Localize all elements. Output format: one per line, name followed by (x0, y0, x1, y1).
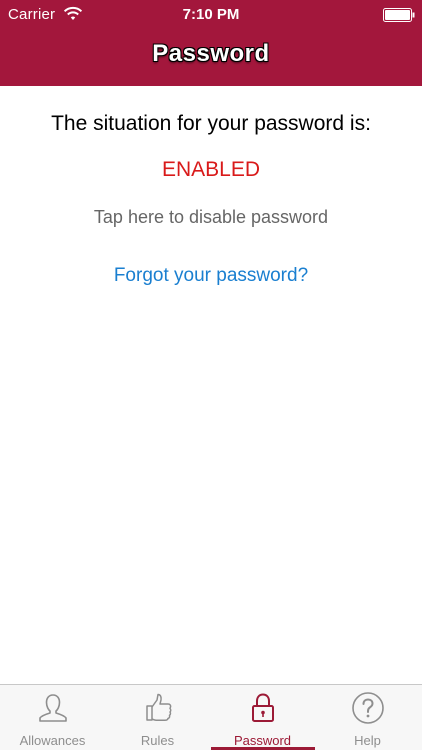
main-content: The situation for your password is: ENAB… (0, 86, 422, 684)
password-situation-label: The situation for your password is: (51, 112, 371, 135)
page-title: Password (152, 40, 270, 67)
question-icon (352, 692, 384, 724)
forgot-password-link[interactable]: Forgot your password? (0, 265, 422, 287)
tab-label: Help (354, 733, 381, 748)
password-status-value: ENABLED (161, 158, 261, 181)
status-bar: Carrier 7:10 PM (0, 0, 422, 30)
header: Carrier 7:10 PM Password (0, 0, 422, 86)
tab-label: Password (233, 733, 292, 748)
tab-allowances[interactable]: Allowances (0, 685, 105, 750)
disable-password-button[interactable]: Tap here to disable password (0, 207, 422, 228)
tab-bar: Allowances Rules Password Help (0, 684, 422, 750)
thumbs-up-icon (146, 693, 172, 721)
status-time: 7:10 PM (182, 6, 240, 23)
battery-icon (383, 8, 415, 22)
lock-icon (252, 693, 274, 722)
tab-password[interactable]: Password (210, 685, 315, 750)
person-icon (39, 694, 67, 722)
tab-label: Rules (140, 733, 175, 748)
tab-rules[interactable]: Rules (105, 685, 210, 750)
tab-help[interactable]: Help (315, 685, 420, 750)
tab-label: Allowances (19, 733, 86, 748)
